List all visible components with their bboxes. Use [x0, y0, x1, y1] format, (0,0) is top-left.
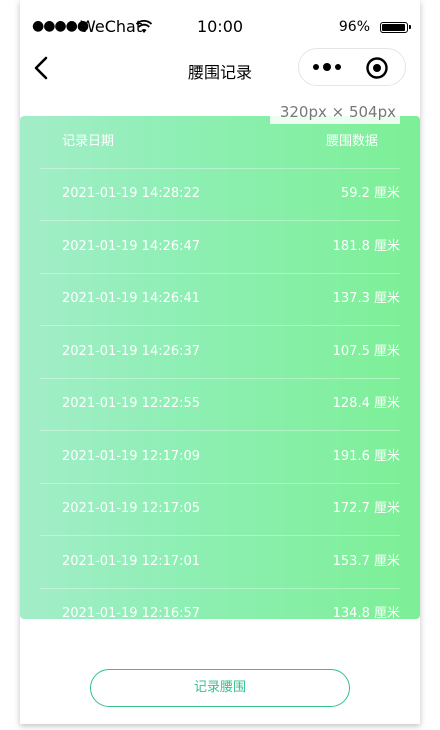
row-date: 2021-01-19 12:17:01 — [62, 553, 201, 569]
row-value: 128.4 厘米 — [332, 396, 400, 411]
table-row: 2021-01-19 14:26:41 137.3 厘米 — [40, 273, 400, 326]
row-date: 2021-01-19 14:26:37 — [62, 343, 201, 359]
size-tag: 320px × 504px — [270, 100, 400, 124]
header-date: 记录日期 — [62, 134, 115, 149]
row-date: 2021-01-19 12:16:57 — [62, 606, 201, 619]
battery-icon — [380, 22, 411, 33]
row-value: 59.2 厘米 — [340, 186, 400, 201]
mini-program-capsule — [298, 48, 406, 86]
table-row: 2021-01-19 14:26:47 181.8 厘米 — [40, 221, 400, 274]
table-row: 2021-01-19 14:28:22 59.2 厘米 — [40, 168, 400, 221]
row-value: 153.7 厘米 — [332, 553, 400, 569]
row-value: 137.3 厘米 — [332, 291, 400, 306]
row-value: 107.5 厘米 — [332, 343, 400, 359]
table-row: 2021-01-19 12:16:57 134.8 厘米 — [40, 588, 400, 619]
target-close-icon[interactable] — [365, 56, 389, 80]
table-row: 2021-01-19 12:22:55 128.4 厘米 — [40, 378, 400, 431]
table-row: 2021-01-19 12:17:01 153.7 厘米 — [40, 536, 400, 589]
status-bar: ●●●●● WeChat 10:00 96% — [20, 0, 420, 50]
row-date: 2021-01-19 14:26:41 — [62, 291, 201, 306]
row-date: 2021-01-19 14:26:47 — [62, 238, 201, 254]
row-date: 2021-01-19 12:22:55 — [62, 396, 201, 411]
record-waist-button[interactable]: 记录腰围 — [90, 669, 350, 707]
nav-bar: 腰围记录 — [20, 48, 420, 90]
more-dots-icon[interactable] — [311, 59, 343, 75]
record-list: 记录日期 腰围数据 2021-01-19 14:28:22 59.2 厘米 20… — [20, 116, 420, 619]
row-value: 191.6 厘米 — [332, 448, 400, 464]
battery-percent: 96% — [338, 19, 370, 35]
table-row: 2021-01-19 14:26:37 107.5 厘米 — [40, 326, 400, 379]
row-value: 172.7 厘米 — [332, 501, 400, 516]
row-value: 134.8 厘米 — [332, 606, 400, 619]
row-value: 181.8 厘米 — [332, 238, 400, 254]
table-row: 2021-01-19 12:17:09 191.6 厘米 — [40, 431, 400, 484]
row-date: 2021-01-19 12:17:05 — [62, 501, 201, 516]
row-date: 2021-01-19 14:28:22 — [62, 186, 201, 201]
row-date: 2021-01-19 12:17:09 — [62, 448, 201, 464]
table-row: 2021-01-19 12:17:05 172.7 厘米 — [40, 483, 400, 536]
